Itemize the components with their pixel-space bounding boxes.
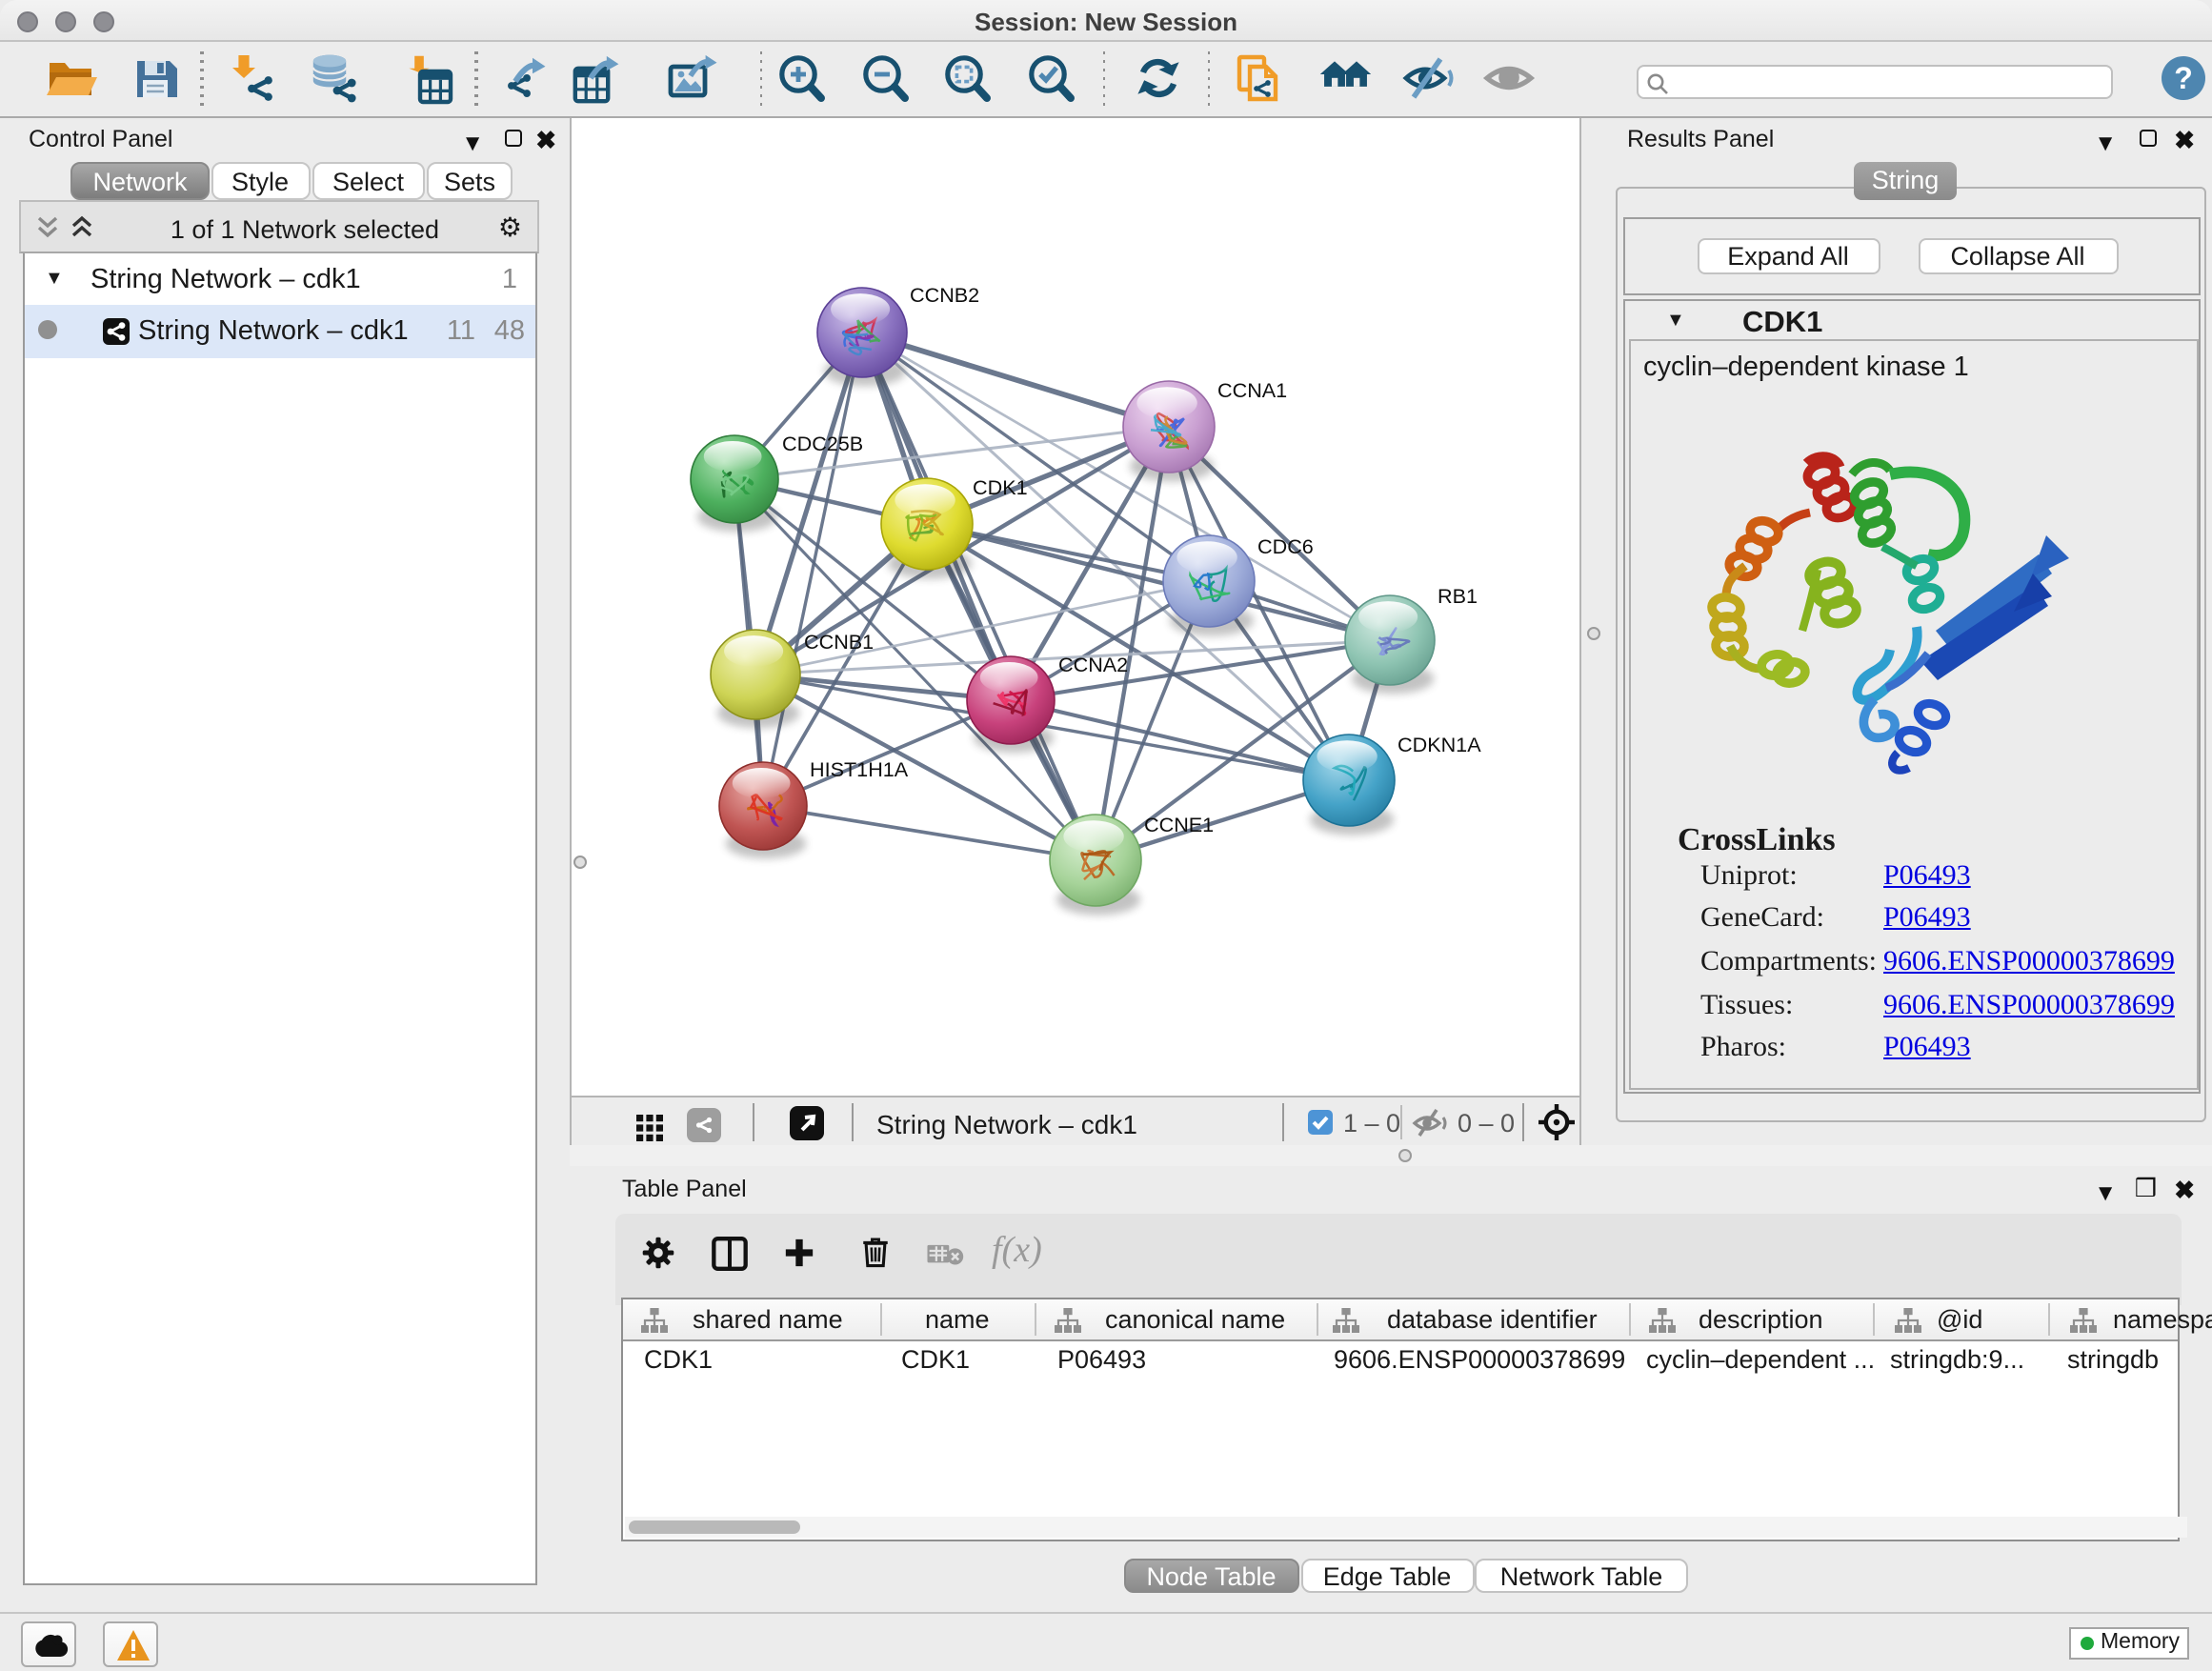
svg-text:CDK1: CDK1 (972, 474, 1027, 498)
svg-text:CCNE1: CCNE1 (1143, 812, 1213, 836)
svg-text:CCNB2: CCNB2 (909, 282, 978, 306)
svg-text:CDC25B: CDC25B (781, 431, 862, 454)
svg-text:CCNA1: CCNA1 (1217, 377, 1286, 401)
svg-text:CDKN1A: CDKN1A (1397, 732, 1480, 755)
svg-text:?: ? (2174, 61, 2193, 95)
svg-text:HIST1H1A: HIST1H1A (809, 756, 908, 780)
svg-text:RB1: RB1 (1437, 583, 1477, 607)
svg-text:CCNA2: CCNA2 (1057, 652, 1127, 675)
svg-text:CDC6: CDC6 (1257, 534, 1313, 557)
svg-text:CCNB1: CCNB1 (803, 629, 873, 653)
